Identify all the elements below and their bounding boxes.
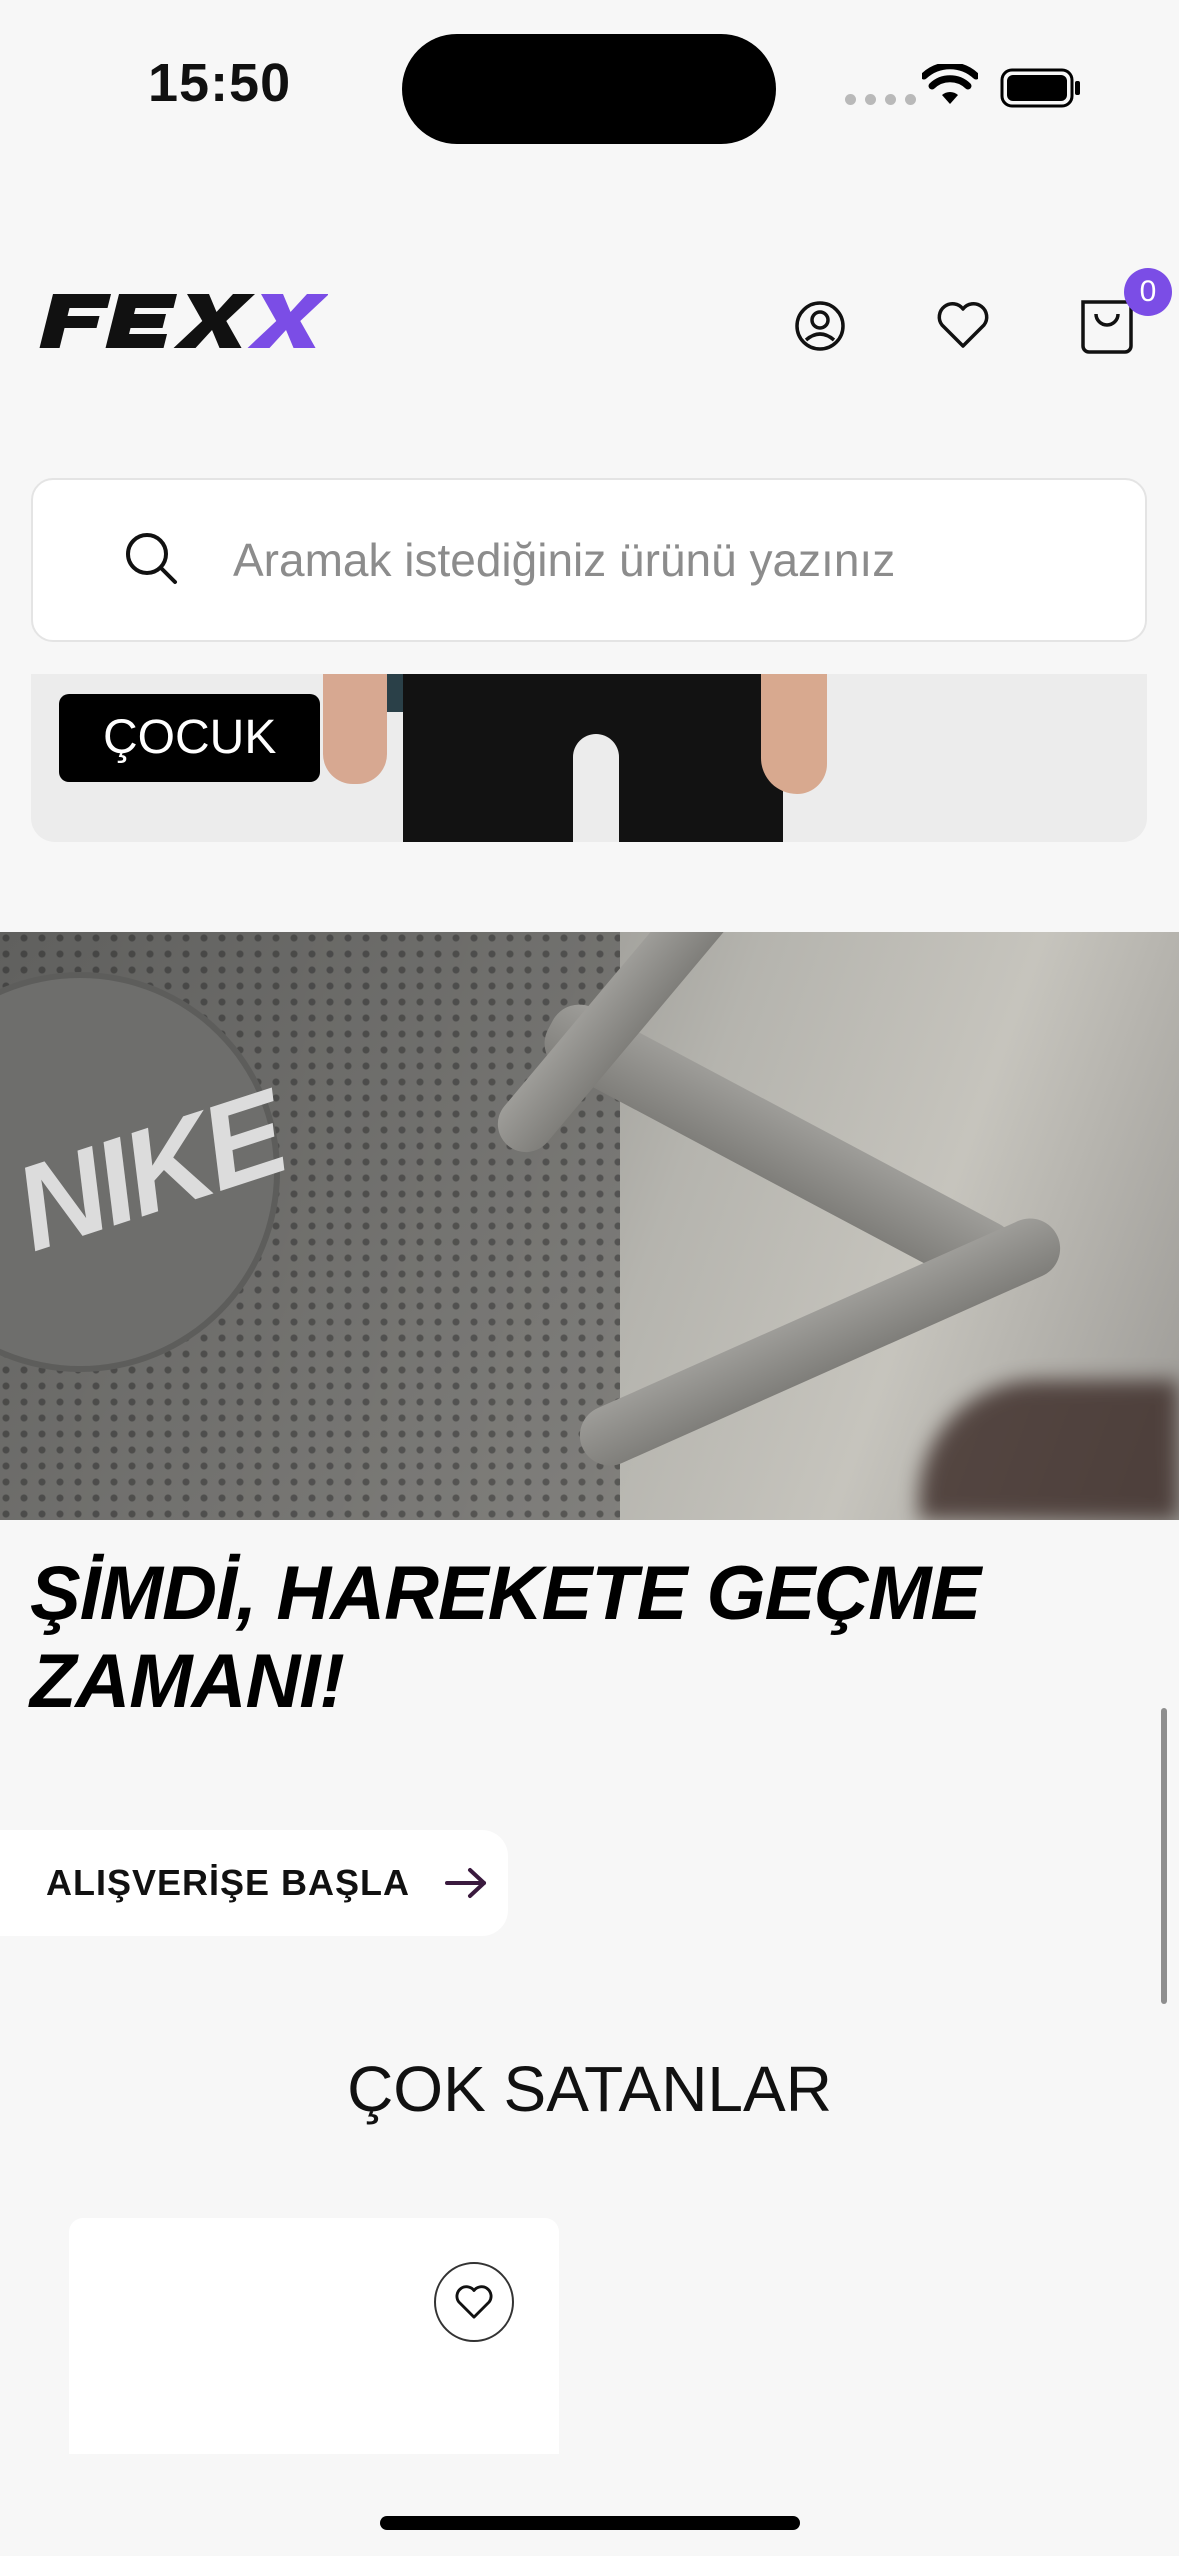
search-bar[interactable] (31, 478, 1147, 642)
cellular-signal-icon (845, 94, 916, 105)
category-label[interactable]: ÇOCUK (59, 694, 321, 782)
heart-icon[interactable] (936, 300, 990, 350)
cart-count-badge: 0 (1124, 268, 1172, 316)
arrow-right-icon (445, 1868, 487, 1898)
account-icon[interactable] (794, 300, 846, 352)
start-shopping-label: ALIŞVERİŞE BAŞLA (46, 1862, 411, 1903)
best-sellers-title: ÇOK SATANLAR (347, 2053, 832, 2125)
scroll-indicator[interactable] (1161, 1708, 1167, 2004)
home-indicator[interactable] (380, 2516, 800, 2530)
wifi-icon (922, 64, 978, 104)
dynamic-island (402, 34, 776, 144)
heart-icon (455, 2285, 493, 2319)
start-shopping-button[interactable]: ALIŞVERİŞE BAŞLA (0, 1830, 508, 1936)
add-to-wishlist-button[interactable] (434, 2262, 514, 2342)
category-banner-cocuk[interactable]: ÇOCUK (31, 674, 1147, 842)
brand-logo[interactable] (32, 290, 328, 352)
banner-photo-arm (761, 674, 827, 794)
battery-icon (1000, 68, 1080, 108)
search-icon[interactable] (123, 530, 179, 586)
search-input[interactable] (233, 520, 1093, 600)
status-time: 15:50 (148, 53, 292, 113)
product-card[interactable] (69, 2218, 559, 2454)
hero-image: NIKE (0, 932, 1179, 1520)
hero-headline: ŞİMDİ, HAREKETE GEÇME ZAMANI! (30, 1551, 981, 1724)
banner-photo-arm (323, 674, 387, 784)
